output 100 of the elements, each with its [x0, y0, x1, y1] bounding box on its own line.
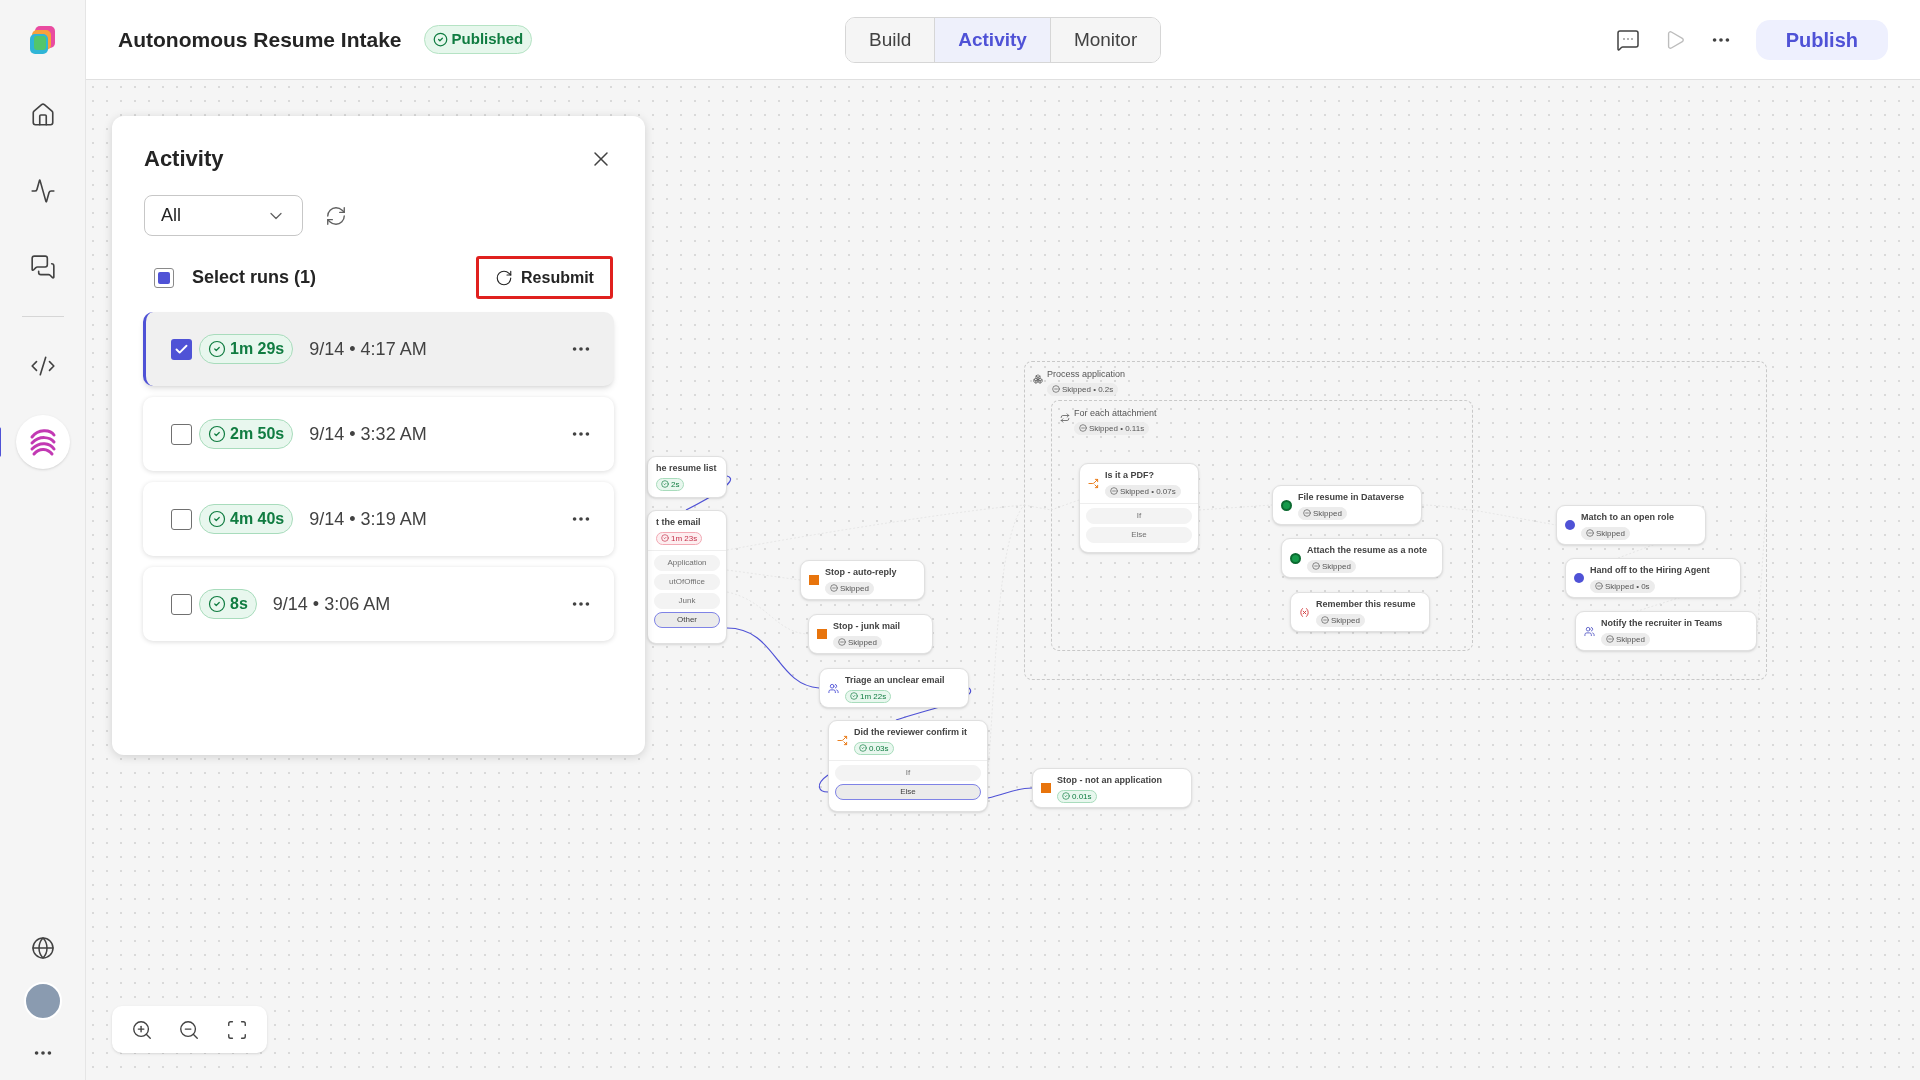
minus-circle-icon [1595, 582, 1603, 590]
run-time: 9/14 • 3:19 AM [309, 507, 427, 531]
step-title: Stop - auto-reply [825, 566, 897, 579]
run-row[interactable]: 8s 9/14 • 3:06 AM [143, 567, 614, 641]
run-row[interactable]: 1m 29s 9/14 • 4:17 AM [143, 312, 614, 386]
check-circle-icon [208, 594, 226, 613]
group-title: For each attachment [1074, 407, 1157, 420]
step-title: File resume in Dataverse [1298, 491, 1405, 504]
check-circle-icon [661, 534, 669, 542]
select-runs-label: Select runs (1) [192, 266, 317, 289]
step-title: Remember this resume [1316, 598, 1416, 611]
run-checkbox[interactable] [171, 423, 192, 445]
publish-button[interactable]: Publish [1755, 19, 1888, 60]
branch-option[interactable]: utOfOffice [654, 573, 720, 590]
minus-circle-icon [1606, 635, 1614, 643]
flow-step-card[interactable]: Match to an open role Skipped [1556, 505, 1706, 545]
nav-button[interactable] [15, 415, 70, 469]
flow-step-card[interactable]: Remember this resume Skipped [1290, 592, 1430, 632]
refresh-icon[interactable] [325, 204, 347, 227]
flow-step-card[interactable]: t the email 1m 23s Application utOfOffice Junk Other [647, 510, 727, 644]
branch-option[interactable]: If [835, 764, 981, 781]
step-title: Notify the recruiter in Teams [1601, 617, 1723, 630]
status-badge: 0.03s [854, 741, 894, 755]
status-badge: Skipped [1298, 506, 1347, 520]
run-row[interactable]: 2m 50s 9/14 • 3:32 AM [143, 397, 614, 471]
resubmit-button[interactable]: Resubmit [476, 256, 613, 299]
status-badge: Skipped [833, 635, 882, 649]
panel-title: Activity [144, 145, 224, 173]
flow-step-card[interactable]: Stop - not an application 0.01s [1032, 768, 1192, 808]
run-checkbox[interactable] [171, 338, 192, 360]
view-tab[interactable]: Activity [934, 18, 1050, 62]
flow-step-card[interactable]: Attach the resume as a note Skipped [1281, 538, 1443, 578]
step-title: t the email [656, 516, 701, 529]
status-badge: Skipped • 0.07s [1105, 484, 1181, 498]
minus-circle-icon [1321, 616, 1329, 624]
run-checkbox[interactable] [171, 508, 192, 530]
status-badge: 2s [656, 477, 685, 491]
flow-step-card[interactable]: Hand off to the Hiring Agent Skipped • 0s [1565, 558, 1741, 598]
step-title: Stop - not an application [1057, 774, 1162, 787]
status-badge: 8s [199, 588, 257, 619]
step-title: Attach the resume as a note [1307, 544, 1428, 557]
flow-step-card[interactable]: Did the reviewer confirm it 0.03s If Else [828, 720, 988, 812]
minus-circle-icon [1079, 424, 1087, 432]
run-row[interactable]: 4m 40s 9/14 • 3:19 AM [143, 482, 614, 556]
check-circle-icon [208, 339, 226, 358]
check-circle-icon [208, 509, 226, 528]
minus-circle-icon [1110, 487, 1118, 495]
branch-option[interactable]: Other [654, 611, 720, 628]
branch-option[interactable]: Junk [654, 592, 720, 609]
view-tab[interactable]: Monitor [1049, 18, 1161, 62]
branch-option[interactable]: If [1086, 507, 1192, 524]
status-badge: Skipped [1601, 632, 1650, 646]
connector-line [818, 774, 829, 793]
status-badge: Skipped [1581, 526, 1630, 540]
fit-view-icon[interactable] [226, 1018, 249, 1041]
people-icon [1584, 625, 1595, 637]
branch-option[interactable]: Else [835, 783, 981, 800]
flow-step-card[interactable]: Stop - auto-reply Skipped [800, 560, 925, 600]
agent-title: Autonomous Resume Intake [118, 26, 402, 53]
status-badge: Skipped • 0.11s [1074, 421, 1150, 435]
branch-option[interactable]: Application [654, 554, 720, 571]
loop-icon [1060, 413, 1070, 423]
branch-option[interactable]: Else [1086, 526, 1192, 543]
minus-circle-icon [1052, 385, 1060, 393]
step-title: Hand off to the Hiring Agent [1590, 564, 1710, 577]
branch-icon [1088, 477, 1099, 489]
check-circle-icon [859, 744, 867, 752]
chat-icon [29, 254, 56, 280]
user-avatar[interactable] [23, 982, 62, 1020]
minus-circle-icon [838, 638, 846, 646]
flow-step-card[interactable]: Is it a PDF? Skipped • 0.07s If Else [1079, 463, 1199, 553]
flow-step-card[interactable]: File resume in Dataverse Skipped [1272, 485, 1422, 525]
flow-step-card[interactable]: he resume list 2s [647, 456, 727, 498]
view-tab[interactable]: Build [846, 18, 935, 62]
step-title: Stop - junk mail [833, 620, 900, 633]
flow-step-card[interactable]: Stop - junk mail Skipped [808, 614, 933, 654]
filter-dropdown[interactable]: All [144, 195, 303, 236]
group-title: Process application [1047, 368, 1126, 381]
branch-icon [837, 734, 848, 746]
variable-icon [1299, 606, 1310, 618]
refresh-icon [495, 268, 514, 287]
status-badge: 4m 40s [199, 503, 294, 534]
select-all-checkbox[interactable] [154, 267, 174, 288]
run-time: 9/14 • 4:17 AM [309, 337, 427, 361]
zoom-out-icon[interactable] [178, 1018, 201, 1041]
minus-circle-icon [1303, 509, 1311, 517]
agent-icon [1565, 520, 1575, 531]
globe-icon[interactable] [30, 936, 55, 960]
flow-step-card[interactable]: Notify the recruiter in Teams Skipped [1575, 611, 1757, 651]
status-badge: 2m 50s [199, 418, 294, 449]
status-badge: 1m 29s [199, 333, 294, 364]
run-checkbox[interactable] [171, 593, 192, 615]
flow-step-card[interactable]: Triage an unclear email 1m 22s [819, 668, 969, 708]
minus-circle-icon [1586, 529, 1594, 537]
step-title: Triage an unclear email [845, 674, 945, 687]
run-time: 9/14 • 3:06 AM [272, 592, 391, 616]
feedback-icon[interactable] [1615, 27, 1640, 52]
check-circle-icon [432, 32, 448, 47]
ring-logo-icon [1281, 499, 1292, 511]
zoom-in-icon[interactable] [130, 1018, 153, 1041]
